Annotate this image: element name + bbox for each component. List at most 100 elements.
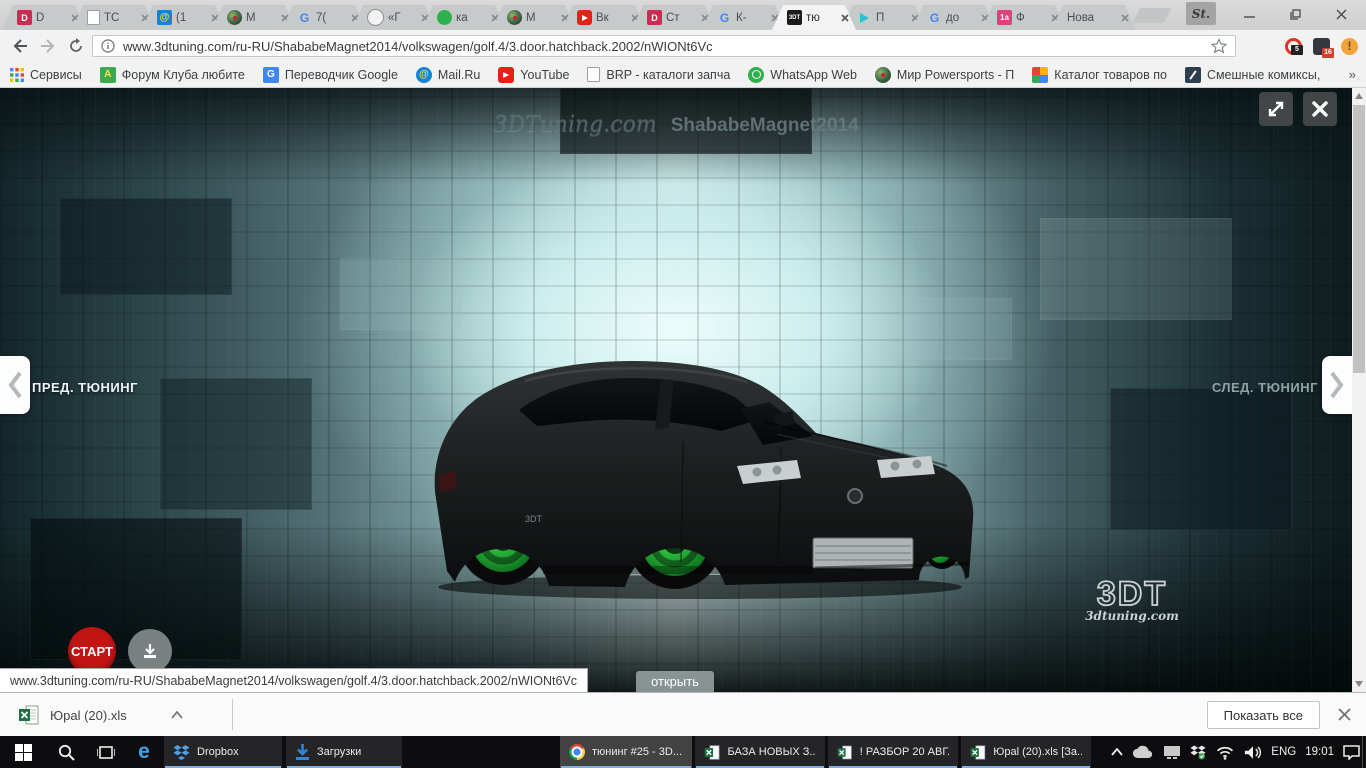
scrollbar-thumb[interactable]	[1353, 105, 1365, 373]
tab-16-new[interactable]: Нова	[1052, 5, 1136, 30]
taskbar-search-button[interactable]	[46, 736, 86, 768]
next-tuning-button[interactable]	[1322, 356, 1352, 414]
adblock-extension-icon[interactable]: 16	[1313, 37, 1334, 58]
new-tab-button[interactable]	[1132, 8, 1172, 23]
dropbox-sync-icon[interactable]	[1190, 744, 1206, 760]
bookmark-brp[interactable]: BRP - каталоги запча	[587, 67, 730, 82]
downloads-arrow-icon	[296, 744, 309, 760]
reload-button[interactable]	[64, 34, 88, 58]
taskbar-excel-window-1[interactable]: БАЗА НОВЫХ З...	[695, 736, 825, 768]
tab-9[interactable]: Вк	[562, 5, 646, 30]
tab-label: М	[246, 11, 256, 24]
globe-sketch-favicon	[367, 9, 384, 26]
desktop: D D ТС @ (1 М G 7( «Г ка М Вк D Ст G К- …	[0, 0, 1366, 768]
tab-13[interactable]: П	[842, 5, 926, 30]
taskbar-excel-window-3[interactable]: Юpal (20).xls [За...	[961, 736, 1091, 768]
download-image-button[interactable]	[128, 629, 172, 673]
window-close-button[interactable]	[1318, 0, 1364, 28]
volume-icon[interactable]	[1244, 745, 1262, 760]
language-indicator[interactable]: ENG	[1271, 746, 1296, 758]
wifi-icon[interactable]	[1215, 744, 1235, 760]
taskbar-downloads-button[interactable]: Загрузки	[286, 736, 402, 768]
taskbar-excel-window-2[interactable]: ! РАЗБОР 20 АВГ...	[828, 736, 958, 768]
opera-extension-icon[interactable]: 5	[1285, 37, 1303, 55]
tab-8[interactable]: М	[492, 5, 576, 30]
bookmark-label: Переводчик Google	[284, 67, 398, 82]
show-all-downloads-button[interactable]: Показать все	[1206, 701, 1320, 729]
tab-3[interactable]: @ (1	[142, 5, 226, 30]
search-icon	[58, 744, 75, 761]
start-button[interactable]	[0, 736, 46, 768]
tab-4[interactable]: М	[212, 5, 296, 30]
bookmark-services[interactable]: Сервисы	[10, 67, 82, 82]
prev-tuning-label[interactable]: ПРЕД. ТЮНИНГ	[32, 380, 138, 395]
scroll-down-arrow[interactable]	[1355, 681, 1363, 687]
action-center-icon[interactable]	[1343, 744, 1360, 760]
page-scrollbar[interactable]	[1352, 88, 1366, 692]
display-icon[interactable]	[1163, 745, 1181, 759]
downloaded-file-item[interactable]: Юpal (20).xls	[18, 700, 183, 730]
tab-active-3dtuning[interactable]: 3DT тю	[772, 5, 856, 30]
address-bar[interactable]: www.3dtuning.com/ru-RU/ShababeMagnet2014…	[92, 35, 1236, 57]
drive2-favicon: D	[647, 10, 662, 25]
show-desktop-button[interactable]	[1362, 736, 1366, 768]
profile-badge: St.	[1186, 2, 1216, 25]
excel-icon	[837, 745, 852, 759]
bookmark-star-icon[interactable]	[1211, 38, 1227, 54]
downloads-bar-close-icon[interactable]	[1336, 706, 1352, 722]
bookmark-forum[interactable]: A Форум Клуба любите	[99, 66, 245, 83]
tab-close-icon[interactable]	[1120, 13, 1130, 23]
url-text[interactable]: www.3dtuning.com/ru-RU/ShababeMagnet2014…	[123, 39, 1203, 54]
page-info-icon[interactable]	[101, 39, 115, 53]
tab-label: ка	[456, 11, 468, 24]
tab-5[interactable]: G 7(	[282, 5, 366, 30]
bookmark-powersports[interactable]: Мир Powersports - П	[874, 66, 1014, 83]
scroll-up-arrow[interactable]	[1355, 93, 1363, 99]
onedrive-cloud-icon[interactable]	[1132, 745, 1154, 759]
forward-button[interactable]	[36, 34, 60, 58]
bookmark-whatsapp[interactable]: WhatsApp Web	[748, 66, 857, 83]
window-minimize-button[interactable]	[1226, 0, 1272, 28]
drive2-favicon: D	[17, 10, 32, 25]
window-maximize-button[interactable]	[1272, 0, 1318, 28]
file-menu-chevron-up-icon[interactable]	[171, 711, 183, 719]
tab-label: Ф	[1016, 11, 1025, 24]
tab-2[interactable]: ТС	[72, 5, 156, 30]
open-button[interactable]: открыть	[636, 671, 714, 692]
next-tuning-label[interactable]: СЛЕД. ТЮНИНГ	[1212, 380, 1318, 395]
tab-label: Ст	[666, 11, 680, 24]
mailru-favicon: @	[157, 10, 172, 25]
clock[interactable]: 19:01	[1305, 746, 1334, 758]
bookmarks-overflow-chevron[interactable]: »	[1349, 67, 1356, 82]
close-viewer-button[interactable]	[1303, 92, 1337, 126]
tab-11[interactable]: G К-	[702, 5, 786, 30]
hidden-icons-chevron[interactable]	[1111, 748, 1123, 756]
watermark-brand: 3DTuning.com	[493, 112, 657, 137]
edge-button[interactable]: e	[126, 736, 162, 768]
bookmark-mailru[interactable]: @ Mail.Ru	[415, 66, 481, 83]
back-button[interactable]	[8, 34, 32, 58]
taskbar-dropbox-button[interactable]: Dropbox	[164, 736, 282, 768]
fullscreen-button[interactable]	[1259, 92, 1293, 126]
task-view-button[interactable]	[86, 736, 126, 768]
tab-6[interactable]: «Г	[352, 5, 436, 30]
taskbar-window-label: тюнинг #25 - 3D...	[592, 746, 683, 758]
tab-label: Нова	[1067, 11, 1095, 24]
3dt-favicon: 3DT	[787, 10, 802, 25]
downloads-bar: Юpal (20).xls Показать все	[0, 692, 1366, 736]
bookmark-comics[interactable]: Смешные комиксы,	[1184, 66, 1320, 83]
bookmark-label: Mail.Ru	[437, 67, 481, 82]
bookmark-translate[interactable]: G Переводчик Google	[262, 66, 398, 83]
taskbar-chrome-window[interactable]: тюнинг #25 - 3D...	[560, 736, 692, 768]
bookmark-catalog[interactable]: Каталог товаров по	[1032, 66, 1167, 83]
tab-1[interactable]: D D	[2, 5, 86, 30]
tab-7[interactable]: ка	[422, 5, 506, 30]
bookmark-youtube[interactable]: YouTube	[498, 66, 569, 83]
tab-14[interactable]: G до	[912, 5, 996, 30]
tab-10[interactable]: D Ст	[632, 5, 716, 30]
chrome-menu-update-icon[interactable]: !	[1341, 37, 1358, 55]
tab-close-icon[interactable]	[840, 13, 850, 23]
browser-toolbar: www.3dtuning.com/ru-RU/ShababeMagnet2014…	[0, 30, 1366, 62]
tab-15[interactable]: 1а Ф	[982, 5, 1066, 30]
prev-tuning-button[interactable]	[0, 356, 30, 414]
